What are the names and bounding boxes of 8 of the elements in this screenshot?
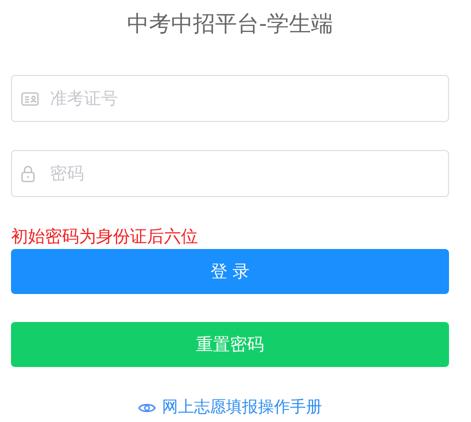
- eye-icon: [138, 402, 156, 414]
- password-field[interactable]: 密码: [11, 150, 449, 197]
- password-hint: 初始密码为身份证后六位: [11, 227, 199, 247]
- reset-password-button[interactable]: 重置密码: [11, 322, 449, 367]
- page-title: 中考中招平台-学生端: [126, 11, 334, 39]
- login-button[interactable]: 登 录: [11, 249, 449, 294]
- exam-number-field[interactable]: 准考证号: [11, 75, 449, 122]
- manual-link[interactable]: 网上志愿填报操作手册: [162, 397, 322, 418]
